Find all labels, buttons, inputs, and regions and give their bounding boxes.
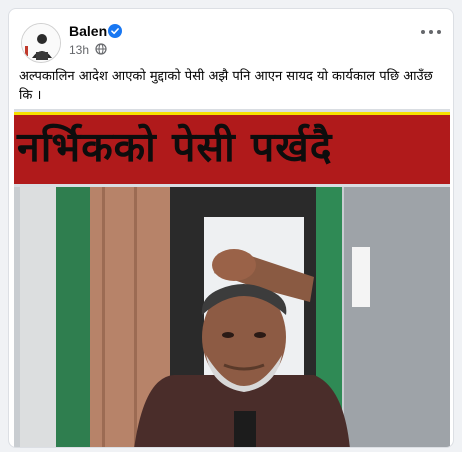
verified-badge-icon xyxy=(108,24,122,38)
photo-scene xyxy=(14,187,450,447)
more-options-icon[interactable] xyxy=(421,25,441,39)
post-caption: अल्पकालिन आदेश आएको मुद्दाको पेसी अझै पन… xyxy=(19,69,433,103)
author-avatar[interactable] xyxy=(21,23,61,63)
post-image[interactable]: नर्भिकको पेसी पर्खदै xyxy=(14,109,450,447)
image-banner-text: नर्भिकको पेसी पर्खदै xyxy=(14,112,450,184)
globe-icon xyxy=(95,43,107,55)
post-card: Balen 13h अल्पकालिन आदेश आएको मुद्दाको प… xyxy=(8,8,454,448)
author-name[interactable]: Balen xyxy=(69,23,107,39)
post-timestamp[interactable]: 13h xyxy=(69,43,89,57)
